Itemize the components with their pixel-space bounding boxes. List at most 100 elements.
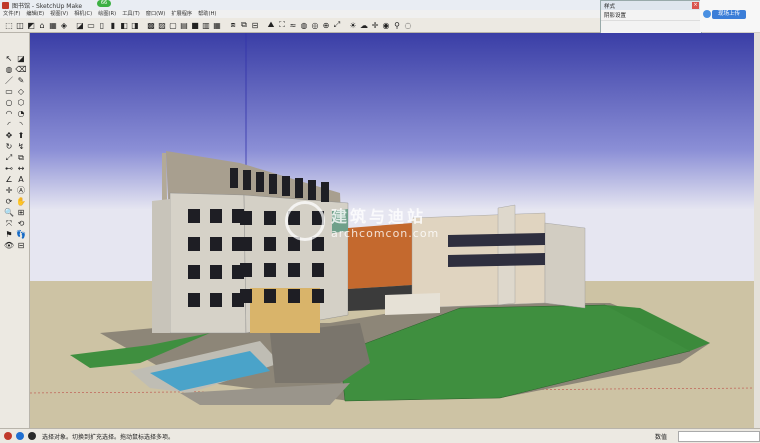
scale-tool-icon[interactable]: ⤢	[3, 152, 15, 163]
three-point-arc-icon[interactable]: ◝	[15, 119, 27, 130]
right-view-icon[interactable]: ▮	[108, 20, 118, 30]
backedge-icon[interactable]: ▨	[157, 20, 167, 30]
arc-tool-icon[interactable]: ◠	[3, 108, 15, 119]
geo-location-icon[interactable]	[4, 432, 12, 440]
pushpull-tool-icon[interactable]: ⬆	[15, 130, 27, 141]
hidden-line-icon[interactable]: ▤	[179, 20, 189, 30]
rectangle-tool-icon[interactable]: ▭	[3, 86, 15, 97]
upload-button[interactable]: 现场上传	[712, 10, 746, 19]
warehouse-icon[interactable]: ▦	[48, 20, 58, 30]
two-point-arc-icon[interactable]: ◜	[3, 119, 15, 130]
polygon-tool-icon[interactable]: ⬡	[15, 97, 27, 108]
styles-panel-header[interactable]: 样式 ×	[601, 1, 701, 10]
line-tool-icon[interactable]: ／	[3, 75, 15, 86]
eraser-tool-icon[interactable]: ⌫	[15, 64, 27, 75]
iso-view-icon[interactable]: ◪	[75, 20, 85, 30]
circle-tool-icon[interactable]: ○	[3, 97, 15, 108]
model-viewport[interactable]: 建筑与迪站 archcomcon.com	[30, 33, 754, 428]
menu-item[interactable]: 视图(V)	[47, 10, 71, 18]
section-cut-icon[interactable]: ⊟	[250, 20, 260, 30]
sandbox-scratch-icon[interactable]: ⛶	[277, 20, 287, 30]
cloud-icon	[703, 10, 711, 18]
textured-icon[interactable]: ▥	[201, 20, 211, 30]
previous-view-icon[interactable]: ⟲	[15, 218, 27, 229]
look-icon[interactable]: ◌	[403, 20, 413, 30]
section-tool-icon[interactable]: ⊟	[15, 240, 27, 251]
menu-item[interactable]: 编辑(E)	[23, 10, 47, 18]
wireframe-icon[interactable]: ▢	[168, 20, 178, 30]
fog-icon[interactable]: ☁	[359, 20, 369, 30]
shaded-icon[interactable]: ■	[190, 20, 200, 30]
shadow-settings-item[interactable]: 阴影设置	[601, 10, 701, 21]
info-icon[interactable]	[28, 432, 36, 440]
axes-tool-icon[interactable]: ✛	[3, 185, 15, 196]
camera-icon[interactable]: ◉	[381, 20, 391, 30]
3dtext-icon[interactable]: Ⓐ	[15, 185, 27, 196]
window-pane	[243, 170, 251, 190]
paint-bucket-icon[interactable]: ◍	[3, 64, 15, 75]
toolbar-separator	[70, 20, 74, 30]
orbit-tool-icon[interactable]: ⟳	[3, 196, 15, 207]
smoove-icon[interactable]: ≈	[288, 20, 298, 30]
protractor-icon[interactable]: ∠	[3, 174, 15, 185]
window-pane	[312, 211, 324, 225]
component-tool-icon[interactable]: ◪	[15, 53, 27, 64]
menu-item[interactable]: 窗口(W)	[143, 10, 169, 18]
section-plane-icon[interactable]: ⧈	[228, 20, 238, 30]
house-icon[interactable]: ⌂	[37, 20, 47, 30]
move-tool-icon[interactable]: ✥	[3, 130, 15, 141]
measurements-input[interactable]	[678, 431, 760, 442]
menu-item[interactable]: 帮助(H)	[195, 10, 219, 18]
select-tool-icon[interactable]: ↖	[3, 53, 15, 64]
component-icon[interactable]: ◈	[59, 20, 69, 30]
rotated-rect-icon[interactable]: ◇	[15, 86, 27, 97]
rotate-tool-icon[interactable]: ↻	[3, 141, 15, 152]
offset-tool-icon[interactable]: ⧉	[15, 152, 27, 163]
look-around-icon[interactable]: 👁	[3, 240, 15, 251]
top-view-icon[interactable]: ▭	[86, 20, 96, 30]
walk-icon[interactable]: ⚲	[392, 20, 402, 30]
tape-measure-icon[interactable]: ⊷	[3, 163, 15, 174]
xray-icon[interactable]: ▩	[146, 20, 156, 30]
axes-icon[interactable]: ✛	[370, 20, 380, 30]
menu-item[interactable]: 绘图(R)	[95, 10, 119, 18]
window-pane	[269, 174, 277, 194]
front-view-icon[interactable]: ▯	[97, 20, 107, 30]
styles-panel: 样式 × 阴影设置	[600, 0, 702, 34]
monochrome-icon[interactable]: ▦	[212, 20, 222, 30]
close-icon[interactable]: ×	[692, 2, 699, 9]
back-view-icon[interactable]: ◧	[119, 20, 129, 30]
window-pane	[256, 172, 264, 192]
walk-tool-icon[interactable]: 👣	[15, 229, 27, 240]
dimension-icon[interactable]: ↔	[15, 163, 27, 174]
menu-item[interactable]: 文件(F)	[0, 10, 23, 18]
credits-icon[interactable]	[16, 432, 24, 440]
left-view-icon[interactable]: ◨	[130, 20, 140, 30]
flip-edge-icon[interactable]: ⤢	[332, 20, 342, 30]
window-pane	[240, 211, 252, 225]
shadow-icon[interactable]: ☀	[348, 20, 358, 30]
window-pane	[240, 263, 252, 277]
sandbox-contour-icon[interactable]: ⛰	[266, 20, 276, 30]
menu-item[interactable]: 工具(T)	[119, 10, 143, 18]
followme-tool-icon[interactable]: ↯	[15, 141, 27, 152]
eraser-icon[interactable]: ◫	[15, 20, 25, 30]
stamp-icon[interactable]: ◍	[299, 20, 309, 30]
window-pane	[288, 211, 300, 225]
pan-tool-icon[interactable]: ✋	[15, 196, 27, 207]
text-tool-icon[interactable]: A	[15, 174, 27, 185]
menu-item[interactable]: 扩展程序	[168, 10, 195, 18]
paint-icon[interactable]: ◩	[26, 20, 36, 30]
add-detail-icon[interactable]: ⊕	[321, 20, 331, 30]
freehand-tool-icon[interactable]: ✎	[15, 75, 27, 86]
zoom-extents-icon[interactable]: ⤧	[3, 218, 15, 229]
position-camera-icon[interactable]: ⚑	[3, 229, 15, 240]
select-icon[interactable]: ⬚	[4, 20, 14, 30]
zoom-window-icon[interactable]: ⊞	[15, 207, 27, 218]
drape-icon[interactable]: ◎	[310, 20, 320, 30]
section-display-icon[interactable]: ⧉	[239, 20, 249, 30]
zoom-tool-icon[interactable]: 🔍	[3, 207, 15, 218]
menu-item[interactable]: 相机(C)	[71, 10, 95, 18]
pie-tool-icon[interactable]: ◔	[15, 108, 27, 119]
notification-badge[interactable]: 66	[97, 0, 111, 7]
